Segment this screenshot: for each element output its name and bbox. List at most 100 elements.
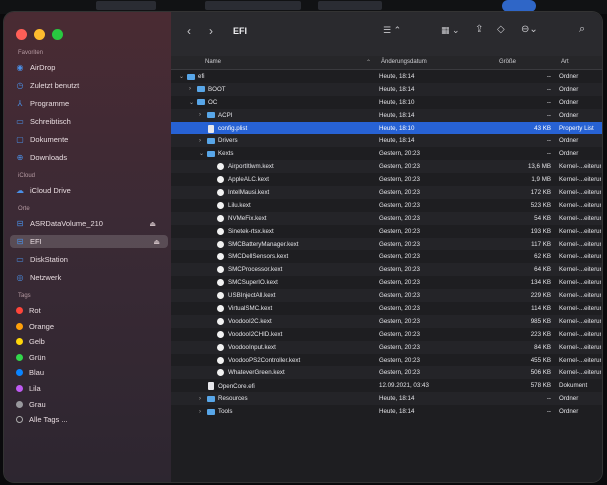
sidebar-item-gr-n[interactable]: Grün — [14, 351, 164, 364]
table-row[interactable]: ⌄ OC Heute, 18:10 -- Ordner — [171, 96, 602, 109]
disclosure-triangle-icon[interactable]: ⌄ — [199, 150, 207, 157]
table-row[interactable]: AppleALC.kext Gestern, 20:23 1,9 MB Kernel-… — [171, 173, 602, 186]
sidebar-item-programme[interactable]: ⅄ Programme — [14, 97, 164, 110]
file-kind: Kernel-...eiterung — [559, 240, 601, 248]
sidebar-item-rot[interactable]: Rot — [14, 304, 164, 317]
table-row[interactable]: VoodooI2CHID.kext Gestern, 20:23 223 KB Ker… — [171, 328, 602, 341]
eject-icon[interactable]: ⏏ — [153, 238, 160, 246]
column-size[interactable]: Größe — [499, 59, 516, 65]
table-row[interactable]: VirtualSMC.kext Gestern, 20:23 114 KB Kerne… — [171, 302, 602, 315]
table-row[interactable]: AirportItlwm.kext Gestern, 20:23 13,6 MB Ke… — [171, 160, 602, 174]
file-date: Gestern, 20:23 — [379, 201, 420, 209]
table-row[interactable]: IntelMausi.kext Gestern, 20:23 172 KB Kerne… — [171, 186, 602, 199]
table-row[interactable]: SMCDellSensors.kext Gestern, 20:23 62 KB Ke… — [171, 250, 602, 263]
table-row[interactable]: SMCProcessor.kext Gestern, 20:23 64 KB Kern… — [171, 263, 602, 277]
table-row[interactable]: SMCSuperIO.kext Gestern, 20:23 134 KB Kerne… — [171, 276, 602, 289]
table-row[interactable]: › Drivers Heute, 18:14 -- Ordner — [171, 134, 602, 148]
list-view-icon[interactable]: ☰ ⌃ — [383, 25, 401, 36]
file-kind: Kernel-...eiterung — [559, 279, 601, 287]
sidebar-item-diskstation[interactable]: ▭ DiskStation — [14, 253, 164, 266]
sidebar-item-airdrop[interactable]: ◉ AirDrop — [14, 61, 164, 74]
table-row[interactable]: USBInjectAll.kext Gestern, 20:23 229 KB Ker… — [171, 289, 602, 303]
sidebar-item-asrdatavolume-210[interactable]: ⊟ ASRDataVolume_210 ⏏ — [14, 217, 164, 230]
zoom-button[interactable] — [52, 29, 63, 40]
sidebar-item-zuletzt-benutzt[interactable]: ◷ Zuletzt benutzt — [14, 79, 164, 92]
table-row[interactable]: Sinetek-rtsx.kext Gestern, 20:23 193 KB Ker… — [171, 225, 602, 238]
search-icon[interactable]: ⌕ — [579, 23, 585, 36]
chevron-left-icon[interactable]: ‹ — [187, 24, 191, 38]
table-row[interactable]: VoodooI2C.kext Gestern, 20:23 985 KB Kernel… — [171, 314, 602, 328]
more-icon[interactable]: ⊖⌄ — [521, 24, 538, 35]
file-size: 54 KB — [534, 214, 551, 222]
file-size: 43 KB — [534, 124, 551, 132]
eject-icon[interactable]: ⏏ — [149, 220, 156, 228]
sidebar-item-gelb[interactable]: Gelb — [14, 335, 164, 348]
disclosure-triangle-icon[interactable]: ⌄ — [189, 99, 197, 106]
table-row[interactable]: WhateverGreen.kext Gestern, 20:23 506 KB Ke… — [171, 366, 602, 380]
sidebar-item-label: Gelb — [29, 337, 45, 347]
file-name: VoodooPS2Controller.kext — [228, 356, 301, 364]
table-row[interactable]: ⌄ Kexts Gestern, 20:23 -- Ordner — [171, 147, 602, 160]
file-name-cell: SMCProcessor.kext — [209, 266, 282, 274]
cloud-icon: ☁ — [16, 186, 24, 195]
window-title: EFI — [233, 26, 248, 36]
kext-icon — [217, 343, 224, 351]
sidebar-item-efi[interactable]: ⊟ EFI ⏏ — [10, 235, 168, 248]
file-name: SMCSuperIO.kext — [228, 279, 278, 287]
table-row[interactable]: SMCBatteryManager.kext Gestern, 20:23 117 … — [171, 237, 602, 251]
share-icon[interactable]: ⇪ — [475, 24, 483, 35]
sidebar-item-label: Downloads — [30, 153, 68, 162]
table-row[interactable]: NVMeFix.kext Gestern, 20:23 54 KB Kernel-..… — [171, 211, 602, 225]
column-name[interactable]: Name — [205, 59, 221, 65]
disclosure-triangle-icon[interactable]: › — [199, 409, 207, 415]
file-kind: Kernel-...eiterung — [559, 266, 601, 274]
sidebar-section-header: Tags — [18, 293, 31, 299]
file-name: USBInjectAll.kext — [228, 292, 276, 300]
disclosure-triangle-icon[interactable]: › — [199, 138, 207, 144]
table-row[interactable]: VoodooPS2Controller.kext Gestern, 20:23 45… — [171, 354, 602, 367]
sidebar-section-header: Orte — [18, 206, 30, 212]
sidebar-item-downloads[interactable]: ⊕ Downloads — [14, 151, 164, 164]
disclosure-triangle-icon[interactable]: ⌄ — [179, 73, 187, 80]
file-name: OpenCore.efi — [218, 382, 255, 390]
chevron-right-icon[interactable]: › — [209, 24, 213, 38]
table-row[interactable]: OpenCore.efi 12.09.2021, 03:43 578 KB Dokum… — [171, 379, 602, 392]
table-row[interactable]: › BOOT Heute, 18:14 -- Ordner — [171, 82, 602, 96]
sidebar-item-dokumente[interactable]: ▢ Dokumente — [14, 133, 164, 146]
file-date: Gestern, 20:23 — [379, 189, 420, 197]
column-date[interactable]: Änderungsdatum — [381, 59, 427, 65]
table-row[interactable]: ⌄ efi Heute, 18:14 -- Ordner — [171, 70, 602, 83]
tag-icon[interactable]: ◇ — [497, 24, 505, 35]
minimize-button[interactable] — [34, 29, 45, 40]
table-row[interactable]: VoodooInput.kext Gestern, 20:23 84 KB Kerne… — [171, 340, 602, 354]
sidebar-item-grau[interactable]: Grau — [14, 398, 164, 411]
sidebar-item-schreibtisch[interactable]: ▭ Schreibtisch — [14, 115, 164, 128]
grid-view-icon[interactable]: ▦ ⌄ — [441, 25, 460, 36]
file-size: 193 KB — [530, 227, 551, 235]
table-row[interactable]: › Tools Heute, 18:14 -- Ordner — [171, 405, 602, 418]
sidebar-item-label: Alle Tags ... — [29, 415, 68, 425]
table-row[interactable]: Lilu.kext Gestern, 20:23 523 KB Kernel-...e… — [171, 199, 602, 212]
sidebar-item-orange[interactable]: Orange — [14, 320, 164, 333]
sidebar: Favoriten ◉ AirDrop ◷ Zuletzt benutzt ⅄ Progra… — [4, 12, 171, 482]
disclosure-triangle-icon[interactable]: › — [189, 86, 197, 92]
sidebar-item-label: Netzwerk — [30, 273, 62, 282]
table-row[interactable]: › Resources Heute, 18:14 -- Ordner — [171, 392, 602, 406]
sidebar-item-blau[interactable]: Blau — [14, 366, 164, 379]
table-row[interactable]: config.plist Heute, 18:10 43 KB Property Li… — [171, 121, 602, 135]
file-kind: Kernel-...eiterung — [559, 356, 601, 364]
file-name-cell: › ACPI — [199, 112, 232, 119]
file-date: Gestern, 20:23 — [379, 330, 420, 338]
column-kind[interactable]: Art — [561, 59, 569, 65]
file-name: AppleALC.kext — [228, 176, 269, 184]
sidebar-item-label: AirDrop — [30, 63, 56, 72]
close-button[interactable] — [16, 29, 27, 40]
sidebar-item-alle-tags[interactable]: Alle Tags ... — [14, 413, 164, 426]
sidebar-item-icloud-drive[interactable]: ☁ iCloud Drive — [14, 184, 164, 197]
disclosure-triangle-icon[interactable]: › — [199, 112, 207, 118]
sidebar-item-lila[interactable]: Lila — [14, 382, 164, 395]
table-row[interactable]: › ACPI Heute, 18:14 -- Ordner — [171, 108, 602, 122]
disclosure-triangle-icon[interactable]: › — [199, 396, 207, 402]
sidebar-item-netzwerk[interactable]: ◎ Netzwerk — [14, 271, 164, 284]
file-name: ACPI — [218, 111, 233, 119]
